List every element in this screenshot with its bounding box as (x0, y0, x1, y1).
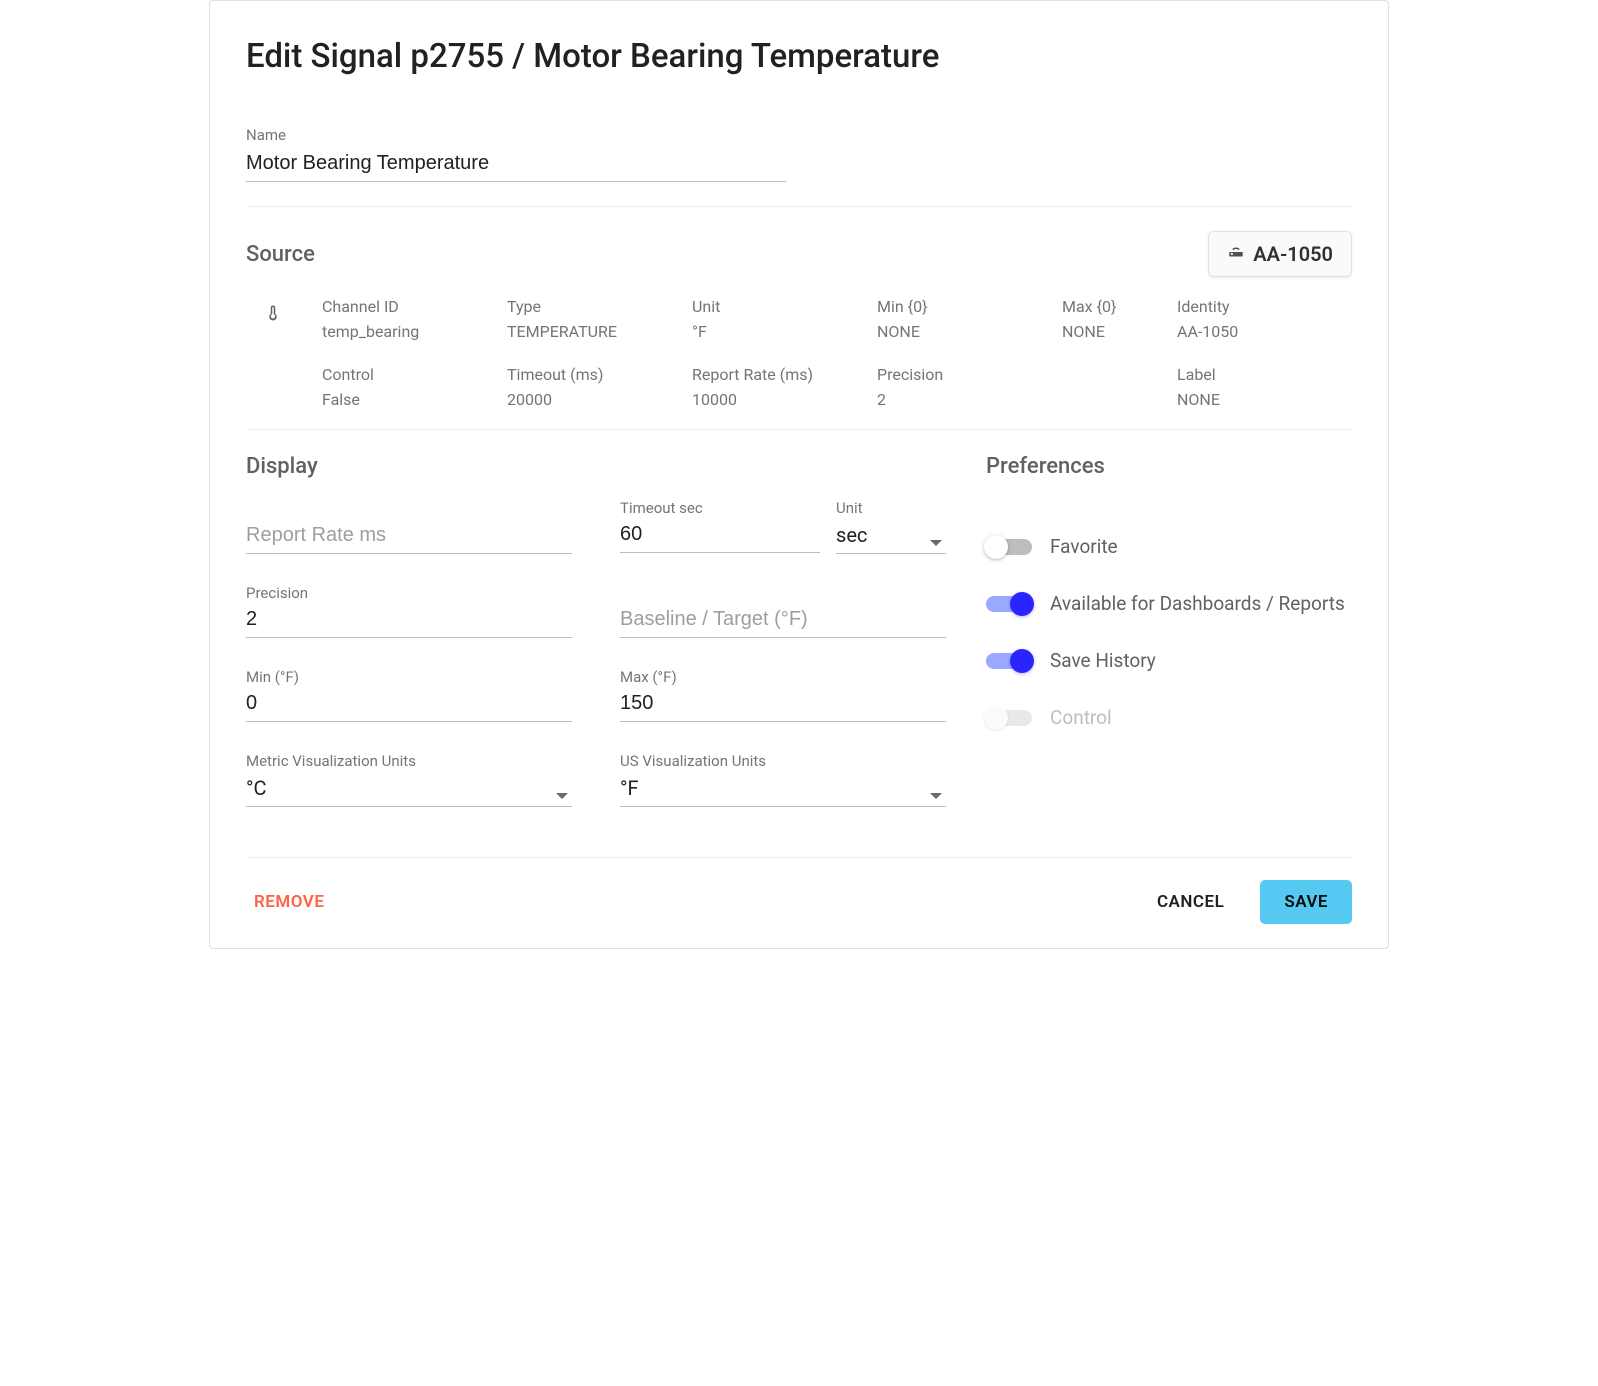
timeout-unit-label: Unit (836, 499, 946, 517)
pref-control-row: Control (986, 706, 1352, 729)
save-button[interactable]: SAVE (1260, 880, 1352, 924)
metric-vis-label: Metric Visualization Units (246, 752, 572, 770)
source-grid: Channel ID temp_bearing Type TEMPERATURE… (322, 297, 1352, 409)
precision-field: Precision (246, 584, 572, 638)
timeout-sec-input[interactable] (620, 521, 820, 553)
metric-vis-field[interactable]: Metric Visualization Units °C (246, 752, 572, 807)
source-header-row: Source AA-1050 (246, 231, 1352, 277)
pref-available-row: Available for Dashboards / Reports (986, 592, 1352, 615)
save-history-label: Save History (1050, 649, 1156, 672)
us-vis-field[interactable]: US Visualization Units °F (620, 752, 946, 807)
divider (246, 206, 1352, 207)
source-identity: Identity AA-1050 (1177, 297, 1352, 341)
timeout-sec-field: Timeout sec (620, 499, 820, 554)
baseline-input[interactable] (620, 606, 946, 638)
cancel-button[interactable]: CANCEL (1137, 880, 1244, 924)
source-heading: Source (246, 242, 315, 267)
timeout-dual: Timeout sec Unit sec (620, 499, 946, 554)
min-input[interactable] (246, 690, 572, 722)
thermometer-icon (246, 297, 282, 329)
preferences-column: Preferences Favorite Available for Dashb… (986, 454, 1352, 807)
source-grid-wrap: Channel ID temp_bearing Type TEMPERATURE… (246, 297, 1352, 409)
source-type: Type TEMPERATURE (507, 297, 682, 341)
baseline-field (620, 606, 946, 638)
pref-save-history-row: Save History (986, 649, 1352, 672)
name-field-group: Name (246, 126, 786, 182)
report-rate-field (246, 522, 572, 554)
report-rate-input[interactable] (246, 522, 572, 554)
display-grid: Timeout sec Unit sec Precision (246, 499, 946, 807)
available-label: Available for Dashboards / Reports (1050, 592, 1345, 615)
source-chip[interactable]: AA-1050 (1208, 231, 1352, 277)
preferences-heading: Preferences (986, 454, 1352, 479)
timeout-sec-label: Timeout sec (620, 499, 820, 517)
source-max: Max {0} NONE (1062, 297, 1167, 341)
min-field: Min (°F) (246, 668, 572, 722)
footer-right: CANCEL SAVE (1137, 880, 1352, 924)
display-column: Display Timeout sec Unit sec (246, 454, 946, 807)
source-label: Label NONE (1177, 365, 1352, 409)
source-control: Control False (322, 365, 497, 409)
save-history-toggle[interactable] (986, 653, 1032, 669)
dialog-footer: REMOVE CANCEL SAVE (246, 857, 1352, 924)
control-toggle (986, 710, 1032, 726)
name-input[interactable] (246, 150, 786, 182)
max-input[interactable] (620, 690, 946, 722)
favorite-label: Favorite (1050, 535, 1118, 558)
max-label: Max (°F) (620, 668, 946, 686)
metric-vis-select[interactable]: °C (246, 774, 572, 807)
us-vis-label: US Visualization Units (620, 752, 946, 770)
router-icon (1227, 242, 1245, 266)
pref-favorite-row: Favorite (986, 535, 1352, 558)
precision-input[interactable] (246, 606, 572, 638)
page-title: Edit Signal p2755 / Motor Bearing Temper… (246, 37, 1352, 76)
timeout-unit-select[interactable]: sec (836, 521, 946, 554)
source-channel-id: Channel ID temp_bearing (322, 297, 497, 341)
display-heading: Display (246, 454, 946, 479)
max-field: Max (°F) (620, 668, 946, 722)
source-chip-label: AA-1050 (1253, 242, 1333, 266)
remove-button[interactable]: REMOVE (246, 880, 344, 924)
precision-label: Precision (246, 584, 572, 602)
name-label: Name (246, 126, 786, 144)
available-toggle[interactable] (986, 596, 1032, 612)
favorite-toggle[interactable] (986, 539, 1032, 555)
main-columns: Display Timeout sec Unit sec (246, 454, 1352, 807)
source-precision: Precision 2 (877, 365, 1052, 409)
divider (246, 429, 1352, 430)
control-label: Control (1050, 706, 1112, 729)
source-spacer (1062, 365, 1167, 409)
min-label: Min (°F) (246, 668, 572, 686)
source-timeout: Timeout (ms) 20000 (507, 365, 682, 409)
edit-signal-dialog: Edit Signal p2755 / Motor Bearing Temper… (209, 0, 1389, 949)
source-unit: Unit °F (692, 297, 867, 341)
source-min: Min {0} NONE (877, 297, 1052, 341)
timeout-unit-field[interactable]: Unit sec (836, 499, 946, 554)
us-vis-select[interactable]: °F (620, 774, 946, 807)
source-report-rate: Report Rate (ms) 10000 (692, 365, 867, 409)
